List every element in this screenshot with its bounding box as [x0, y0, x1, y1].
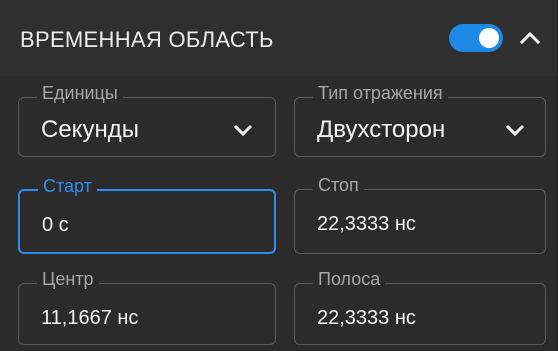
time-domain-panel: ВРЕМЕННАЯ ОБЛАСТЬ Единицы Секунды Тип от…: [0, 0, 558, 351]
units-label: Единицы: [37, 83, 123, 103]
center-value[interactable]: 11,1667 нс: [41, 307, 138, 330]
reflection-type-label: Тип отражения: [313, 83, 448, 103]
stop-value[interactable]: 22,3333 нс: [317, 213, 416, 236]
panel-title: ВРЕМЕННАЯ ОБЛАСТЬ: [20, 27, 274, 52]
start-field[interactable]: Старт 0 с: [18, 176, 276, 254]
chevron-up-icon: [519, 31, 541, 45]
span-field[interactable]: Полоса 22,3333 нс: [294, 269, 546, 345]
collapse-button[interactable]: [514, 23, 546, 53]
units-value: Секунды: [41, 116, 139, 143]
toggle-knob: [479, 28, 499, 48]
stop-label: Стоп: [313, 175, 364, 195]
units-select[interactable]: Единицы Секунды: [18, 83, 276, 157]
panel-header: ВРЕМЕННАЯ ОБЛАСТЬ: [0, 0, 557, 76]
chevron-down-icon[interactable]: [503, 122, 527, 138]
chevron-down-icon[interactable]: [231, 122, 255, 138]
center-field[interactable]: Центр 11,1667 нс: [18, 269, 276, 345]
start-label: Старт: [38, 176, 97, 196]
time-domain-toggle[interactable]: [449, 24, 503, 52]
span-value[interactable]: 22,3333 нс: [317, 307, 416, 330]
start-value[interactable]: 0 с: [42, 214, 69, 237]
span-label: Полоса: [313, 269, 386, 289]
stop-field[interactable]: Стоп 22,3333 нс: [294, 175, 546, 254]
reflection-type-select[interactable]: Тип отражения Двухсторон: [294, 83, 546, 157]
reflection-type-value: Двухсторон: [317, 116, 446, 143]
center-label: Центр: [37, 269, 99, 289]
